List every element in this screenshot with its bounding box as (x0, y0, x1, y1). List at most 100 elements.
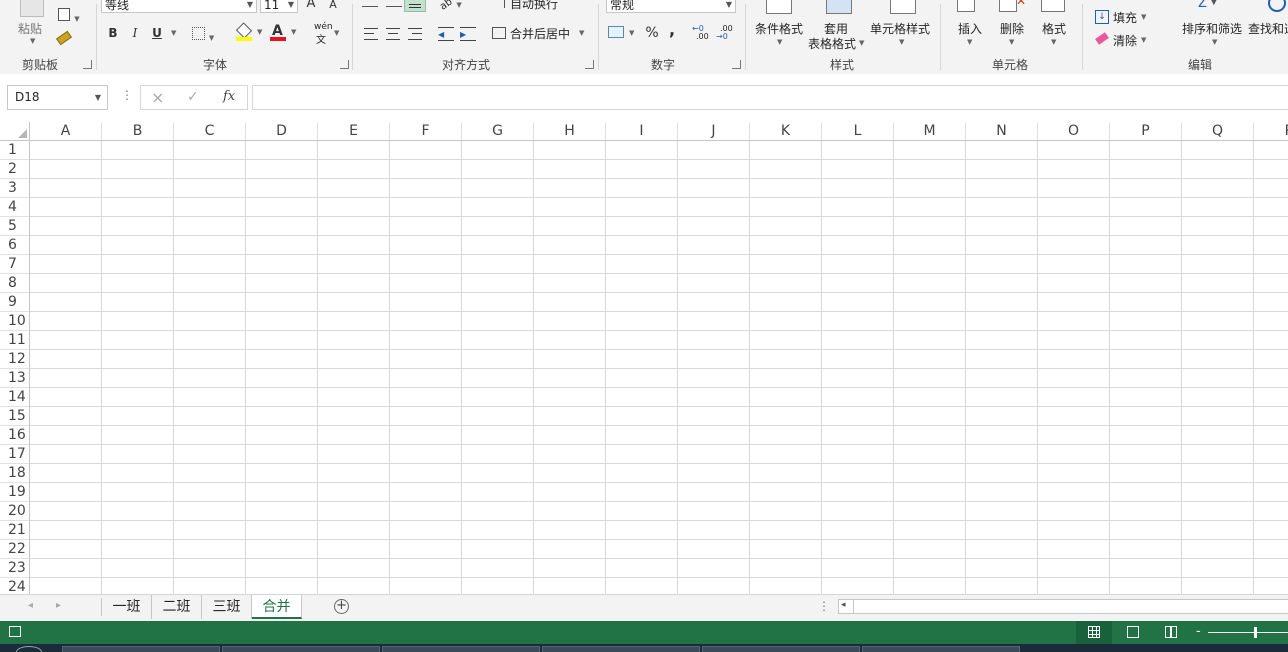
scroll-prev-sheet-icon[interactable]: ◂ (28, 600, 33, 611)
macro-record-icon[interactable] (9, 626, 21, 637)
copy-button[interactable]: ▼ (54, 8, 84, 26)
select-all-button[interactable] (0, 122, 30, 141)
format-cells-button[interactable]: 格式 ▼ (1036, 0, 1072, 50)
decrease-decimal-button[interactable]: .00 →0 (716, 24, 738, 42)
number-format-select[interactable]: 常规 ▼ (606, 0, 736, 13)
taskbar-app-1[interactable] (62, 646, 220, 652)
taskbar-app-3[interactable] (382, 646, 540, 652)
format-painter-button[interactable] (54, 30, 74, 48)
format-as-table-button[interactable]: 套用 表格格式 ▼ (806, 0, 868, 52)
underline-button[interactable]: U (150, 25, 164, 41)
percent-button[interactable]: % (644, 25, 660, 41)
column-header[interactable]: L (822, 122, 894, 141)
name-box[interactable]: D18 ▼ (7, 85, 108, 110)
horizontal-scrollbar[interactable]: ◂ (838, 599, 1288, 614)
column-header[interactable]: D (246, 122, 318, 141)
grow-font-button[interactable]: A (304, 0, 318, 12)
fill-button[interactable]: ↓ 填充 ▼ (1094, 9, 1154, 27)
row-header[interactable]: 23 (0, 559, 30, 578)
start-button[interactable] (16, 646, 42, 652)
align-right-button[interactable] (408, 28, 422, 40)
new-sheet-button[interactable]: + (334, 599, 349, 614)
row-header[interactable]: 12 (0, 350, 30, 369)
row-header[interactable]: 18 (0, 464, 30, 483)
sheet-tab[interactable]: 二班 (152, 595, 202, 619)
enter-icon[interactable]: ✓ (187, 89, 199, 105)
zoom-slider-thumb[interactable] (1254, 627, 1257, 638)
page-layout-view-icon[interactable] (1127, 626, 1139, 638)
paste-button[interactable]: 粘贴 ▼ (14, 0, 50, 48)
accounting-format-button[interactable]: ▼ (608, 24, 638, 42)
decrease-indent-button[interactable]: ◀ (438, 27, 454, 41)
zoom-out-icon[interactable]: - (1196, 624, 1201, 639)
border-button[interactable]: ▼ (192, 25, 222, 42)
italic-button[interactable]: I (128, 25, 142, 41)
align-middle-button[interactable] (386, 0, 402, 7)
wrap-text-button[interactable]: 自动换行 (490, 0, 570, 11)
column-header[interactable]: G (462, 122, 534, 141)
column-header[interactable]: E (318, 122, 390, 141)
row-header[interactable]: 6 (0, 236, 30, 255)
cell-styles-button[interactable]: 单元格样式 ▼ (868, 0, 934, 50)
column-header[interactable]: A (30, 122, 102, 141)
bold-button[interactable]: B (106, 25, 120, 41)
font-color-button[interactable]: A ▼ (270, 23, 300, 43)
phonetic-button[interactable]: wén 文 ▼ (312, 22, 342, 46)
taskbar-app-6[interactable] (862, 646, 1020, 652)
row-header[interactable]: 1 (0, 141, 30, 160)
column-header[interactable]: R (1254, 122, 1288, 141)
more-options-icon[interactable]: ⋮ (121, 88, 133, 102)
row-header[interactable]: 11 (0, 331, 30, 350)
column-header[interactable]: C (174, 122, 246, 141)
sort-filter-button[interactable]: Z ▼ 排序和筛选 ▼ (1180, 0, 1246, 50)
shrink-font-button[interactable]: A (326, 0, 340, 13)
column-header[interactable]: F (390, 122, 462, 141)
number-dialog-launcher[interactable] (732, 60, 741, 69)
row-header[interactable]: 21 (0, 521, 30, 540)
cancel-icon[interactable]: × (151, 88, 164, 107)
tabs-splitter-icon[interactable]: ⋮ (818, 599, 830, 613)
column-header[interactable]: M (894, 122, 966, 141)
fill-color-button[interactable]: ▼ (235, 22, 266, 43)
align-bottom-button[interactable] (404, 0, 426, 12)
font-size-select[interactable]: 11 ▼ (260, 0, 298, 13)
insert-function-icon[interactable]: fx (223, 89, 235, 104)
scroll-left-icon[interactable]: ◂ (841, 600, 846, 610)
row-header[interactable]: 8 (0, 274, 30, 293)
row-header[interactable]: 22 (0, 540, 30, 559)
delete-cells-button[interactable]: ✕ 删除 ▼ (994, 0, 1030, 50)
font-name-select[interactable]: 等线 ▼ (101, 0, 257, 13)
column-header[interactable]: J (678, 122, 750, 141)
row-header[interactable]: 10 (0, 312, 30, 331)
row-header[interactable]: 24 (0, 578, 30, 594)
row-header[interactable]: 4 (0, 198, 30, 217)
taskbar-app-2[interactable] (222, 646, 380, 652)
sheet-tab[interactable]: 一班 (102, 595, 152, 619)
row-header[interactable]: 16 (0, 426, 30, 445)
row-header[interactable]: 7 (0, 255, 30, 274)
align-top-button[interactable] (362, 0, 378, 7)
row-header[interactable]: 13 (0, 369, 30, 388)
row-header[interactable]: 17 (0, 445, 30, 464)
increase-decimal-button[interactable]: .00 ←0 (692, 24, 714, 42)
column-header[interactable]: Q (1182, 122, 1254, 141)
sheet-tab[interactable]: 合并 (252, 595, 302, 619)
taskbar-app-5[interactable] (702, 646, 860, 652)
orientation-button[interactable]: ab ▼ (438, 0, 466, 13)
clear-button[interactable]: 清除 ▼ (1094, 32, 1154, 50)
column-header[interactable]: K (750, 122, 822, 141)
column-header[interactable]: P (1110, 122, 1182, 141)
worksheet-grid[interactable]: ABCDEFGHIJKLMNOPQR 123456789101112131415… (0, 122, 1288, 594)
clipboard-dialog-launcher[interactable] (83, 60, 92, 69)
row-header[interactable]: 5 (0, 217, 30, 236)
comma-button[interactable]: , (666, 22, 678, 38)
increase-indent-button[interactable]: ▶ (460, 27, 476, 41)
find-select-button[interactable]: 查找和选 (1246, 0, 1288, 50)
column-header[interactable]: O (1038, 122, 1110, 141)
zoom-slider[interactable] (1208, 627, 1288, 638)
formula-input[interactable] (252, 85, 1288, 110)
column-header[interactable]: I (606, 122, 678, 141)
row-header[interactable]: 20 (0, 502, 30, 521)
column-header[interactable]: B (102, 122, 174, 141)
column-header[interactable]: H (534, 122, 606, 141)
